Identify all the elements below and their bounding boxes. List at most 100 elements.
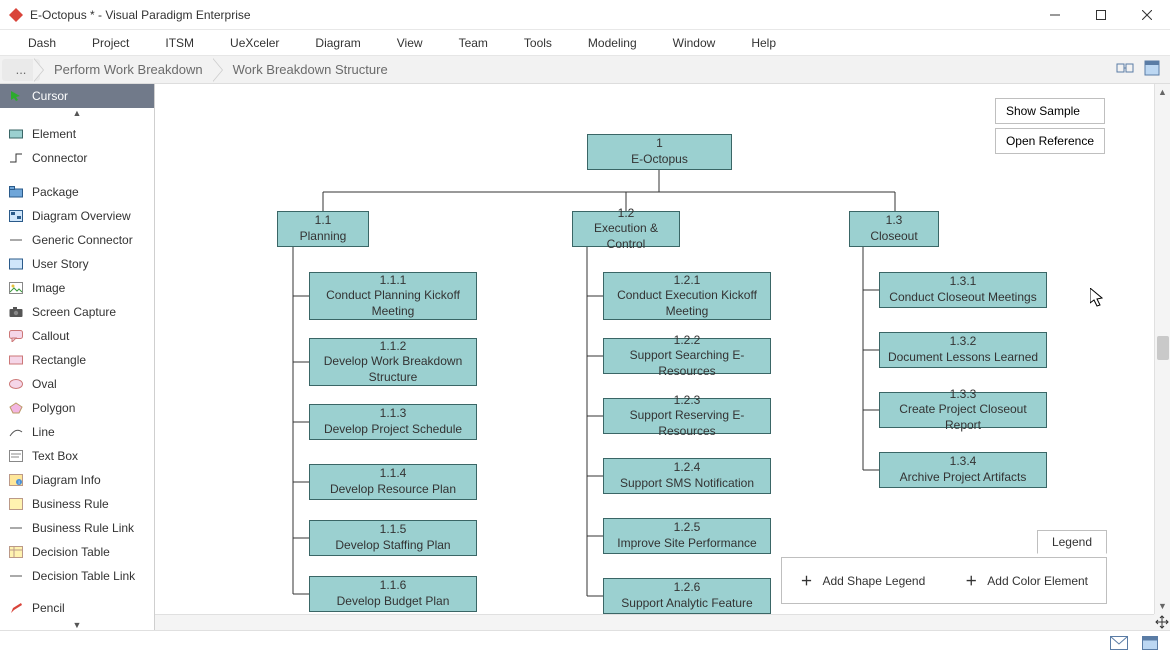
toolbar-zoom-icon[interactable] [1116, 60, 1134, 79]
wbs-node-1-2-2[interactable]: 1.2.2Support Searching E-Resources [603, 338, 771, 374]
rectangle-icon [8, 353, 24, 367]
status-panel-icon[interactable] [1142, 636, 1158, 653]
palette-diagram-info[interactable]: i Diagram Info [0, 468, 154, 492]
wbs-node-root[interactable]: 1 E-Octopus [587, 134, 732, 170]
add-color-element-button[interactable]: ＋ Add Color Element [965, 572, 1088, 589]
toolbar-panel-icon[interactable] [1144, 60, 1160, 79]
polygon-icon [8, 401, 24, 415]
palette-generic-connector[interactable]: Generic Connector [0, 228, 154, 252]
wbs-node-1-3-2[interactable]: 1.3.2Document Lessons Learned [879, 332, 1047, 368]
menu-project[interactable]: Project [74, 32, 147, 54]
breadcrumb-segment-1[interactable]: Perform Work Breakdown [34, 58, 219, 82]
oval-icon [8, 377, 24, 391]
palette-cursor[interactable]: Cursor [0, 84, 154, 108]
pencil-icon [8, 601, 24, 615]
breadcrumb-bar: ... Perform Work Breakdown Work Breakdow… [0, 56, 1170, 84]
line-icon [8, 425, 24, 439]
palette-user-story[interactable]: User Story [0, 252, 154, 276]
legend-panel: ＋ Add Shape Legend ＋ Add Color Element [781, 557, 1107, 604]
horizontal-scrollbar[interactable] [155, 614, 1154, 630]
menu-dash[interactable]: Dash [10, 32, 74, 54]
diagram-canvas[interactable]: 1 E-Octopus 1.1 Planning 1.2 Execution &… [155, 84, 1135, 629]
menu-view[interactable]: View [379, 32, 441, 54]
wbs-node-1-1-1[interactable]: 1.1.1Conduct Planning Kickoff Meeting [309, 272, 477, 320]
menu-team[interactable]: Team [441, 32, 506, 54]
window-minimize-button[interactable] [1032, 0, 1078, 30]
palette-line[interactable]: Line [0, 420, 154, 444]
canvas-float-buttons: Show Sample Open Reference [995, 98, 1105, 154]
palette-element[interactable]: Element [0, 122, 154, 146]
wbs-node-1-2-6[interactable]: 1.2.6Support Analytic Feature [603, 578, 771, 614]
palette-collapse-up[interactable]: ▲ [0, 108, 154, 122]
show-sample-button[interactable]: Show Sample [995, 98, 1105, 124]
menu-modeling[interactable]: Modeling [570, 32, 655, 54]
image-icon [8, 281, 24, 295]
wbs-node-1-3-4[interactable]: 1.3.4Archive Project Artifacts [879, 452, 1047, 488]
wbs-node-1-1-4[interactable]: 1.1.4Develop Resource Plan [309, 464, 477, 500]
palette-collapse-down[interactable]: ▼ [0, 620, 154, 630]
palette-business-rule[interactable]: Business Rule [0, 492, 154, 516]
window-maximize-button[interactable] [1078, 0, 1124, 30]
wbs-node-1-2-3[interactable]: 1.2.3Support Reserving E-Resources [603, 398, 771, 434]
palette-image[interactable]: Image [0, 276, 154, 300]
breadcrumb-right-actions [1116, 60, 1170, 79]
wbs-node-1-2-1[interactable]: 1.2.1Conduct Execution Kickoff Meeting [603, 272, 771, 320]
palette-business-rule-link[interactable]: Business Rule Link [0, 516, 154, 540]
menu-window[interactable]: Window [655, 32, 734, 54]
palette-screen-capture[interactable]: Screen Capture [0, 300, 154, 324]
palette-decision-table-link[interactable]: Decision Table Link [0, 564, 154, 588]
menu-diagram[interactable]: Diagram [297, 32, 378, 54]
scroll-down-icon[interactable]: ▼ [1155, 598, 1170, 614]
wbs-node-execution[interactable]: 1.2 Execution & Control [572, 211, 680, 247]
mouse-cursor-icon [1090, 288, 1106, 308]
menu-bar: Dash Project ITSM UeXceler Diagram View … [0, 30, 1170, 56]
scroll-up-icon[interactable]: ▲ [1155, 84, 1170, 100]
tool-palette: Cursor ▲ Element Connector Package Diagr… [0, 84, 155, 630]
breadcrumb-segment-2[interactable]: Work Breakdown Structure [213, 58, 404, 82]
business-rule-icon [8, 497, 24, 511]
menu-uexceler[interactable]: UeXceler [212, 32, 297, 54]
element-icon [8, 127, 24, 141]
wbs-node-1-1-3[interactable]: 1.1.3Develop Project Schedule [309, 404, 477, 440]
menu-help[interactable]: Help [733, 32, 794, 54]
app-icon [8, 7, 24, 23]
status-bar [0, 630, 1170, 658]
palette-rectangle[interactable]: Rectangle [0, 348, 154, 372]
add-shape-legend-button[interactable]: ＋ Add Shape Legend [800, 572, 925, 589]
diagram-canvas-wrap: 1 E-Octopus 1.1 Planning 1.2 Execution &… [155, 84, 1170, 630]
wbs-node-1-1-6[interactable]: 1.1.6Develop Budget Plan [309, 576, 477, 612]
palette-pencil[interactable]: Pencil [0, 596, 154, 620]
palette-oval[interactable]: Oval [0, 372, 154, 396]
wbs-node-planning[interactable]: 1.1 Planning [277, 211, 369, 247]
breadcrumb: ... Perform Work Breakdown Work Breakdow… [0, 56, 404, 83]
palette-diagram-overview[interactable]: Diagram Overview [0, 204, 154, 228]
vertical-scrollbar[interactable]: ▲ ▼ [1154, 84, 1170, 614]
palette-text-box[interactable]: Text Box [0, 444, 154, 468]
palette-callout[interactable]: Callout [0, 324, 154, 348]
wbs-node-1-3-3[interactable]: 1.3.3Create Project Closeout Report [879, 392, 1047, 428]
palette-polygon[interactable]: Polygon [0, 396, 154, 420]
diagram-info-icon: i [8, 473, 24, 487]
palette-decision-table[interactable]: Decision Table [0, 540, 154, 564]
plus-icon: ＋ [800, 572, 812, 589]
menu-itsm[interactable]: ITSM [147, 32, 212, 54]
decision-table-icon [8, 545, 24, 559]
wbs-node-1-1-2[interactable]: 1.1.2Develop Work Breakdown Structure [309, 338, 477, 386]
legend-tab[interactable]: Legend [1037, 530, 1107, 554]
palette-package[interactable]: Package [0, 180, 154, 204]
wbs-node-1-2-4[interactable]: 1.2.4Support SMS Notification [603, 458, 771, 494]
wbs-node-closeout[interactable]: 1.3 Closeout [849, 211, 939, 247]
palette-connector[interactable]: Connector [0, 146, 154, 170]
callout-icon [8, 329, 24, 343]
menu-tools[interactable]: Tools [506, 32, 570, 54]
vertical-scroll-thumb[interactable] [1157, 336, 1169, 360]
wbs-node-1-2-5[interactable]: 1.2.5Improve Site Performance [603, 518, 771, 554]
window-close-button[interactable] [1124, 0, 1170, 30]
wbs-node-1-3-1[interactable]: 1.3.1Conduct Closeout Meetings [879, 272, 1047, 308]
pan-move-icon[interactable] [1154, 614, 1170, 630]
mail-icon[interactable] [1110, 636, 1128, 653]
wbs-node-1-1-5[interactable]: 1.1.5Develop Staffing Plan [309, 520, 477, 556]
svg-text:i: i [18, 480, 19, 486]
open-reference-button[interactable]: Open Reference [995, 128, 1105, 154]
plus-icon: ＋ [965, 572, 977, 589]
